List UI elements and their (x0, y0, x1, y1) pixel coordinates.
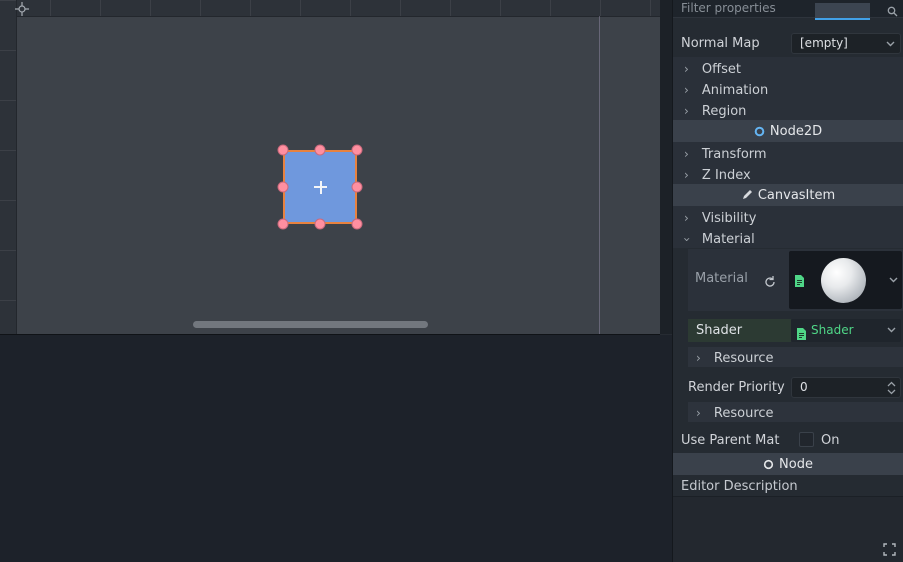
canvasitem-icon (742, 190, 752, 199)
section-label: Z Index (701, 168, 751, 183)
normal-map-value: [empty] (800, 36, 848, 50)
selection-handle[interactable] (351, 181, 363, 193)
section-offset[interactable]: › Offset (673, 57, 903, 78)
category-canvasitem: CanvasItem (673, 184, 903, 206)
use-parent-mat-checkbox[interactable] (799, 432, 814, 447)
category-label: Node (779, 456, 813, 472)
category-label: Node2D (769, 123, 823, 139)
category-label: CanvasItem (757, 187, 836, 203)
horizontal-scrollbar[interactable] (193, 321, 428, 328)
chevron-right-icon: › (684, 147, 689, 161)
editor-description-label: Editor Description (681, 479, 798, 494)
section-label: Region (701, 104, 747, 119)
shader-label-text: Shader (696, 323, 743, 338)
chevron-down-icon (886, 41, 895, 47)
normal-map-label: Normal Map (681, 36, 760, 51)
shader-property-label: Shader (688, 319, 791, 342)
chevron-down-icon: › (679, 237, 694, 242)
godot-editor: arch Edit Go To Help 1shader_type canvas… (0, 0, 903, 562)
section-label: Transform (701, 147, 767, 162)
chevron-right-icon: › (684, 211, 689, 225)
section-label: Animation (701, 83, 769, 98)
category-node: Node (673, 453, 903, 475)
section-label: Material (701, 232, 755, 247)
selection-handle[interactable] (351, 144, 363, 156)
expand-icon[interactable] (883, 541, 896, 560)
canvas-viewport[interactable] (0, 0, 660, 335)
origin-crosshair-icon (15, 1, 29, 20)
section-material[interactable]: › Material (673, 227, 903, 248)
editor-description-box (673, 496, 903, 562)
inspector-panel: Filter properties Normal Map [empty] › O… (672, 0, 903, 562)
viewport-boundary-line (599, 16, 600, 334)
section-label: Resource (713, 406, 774, 421)
shader-resource-dropdown[interactable]: Shader (791, 319, 901, 342)
section-animation[interactable]: › Animation (673, 78, 903, 99)
selection-handle[interactable] (314, 218, 326, 230)
render-priority-spinbox[interactable]: 0 (791, 377, 901, 398)
shader-file-icon (796, 324, 807, 347)
render-priority-value: 0 (800, 380, 808, 394)
ruler-top (0, 0, 660, 17)
selection-handle[interactable] (277, 218, 289, 230)
material-property-block: Material (688, 249, 903, 311)
render-priority-label: Render Priority (688, 380, 785, 395)
panel-divider (660, 0, 672, 334)
chevron-right-icon: › (684, 83, 689, 97)
chevron-right-icon: › (684, 168, 689, 182)
section-label: Offset (701, 62, 741, 77)
material-label: Material (695, 271, 748, 286)
chevron-right-icon: › (684, 104, 689, 118)
section-resource[interactable]: › Resource (688, 347, 903, 367)
normal-map-dropdown[interactable]: [empty] (791, 33, 901, 54)
shader-file-icon (794, 273, 805, 292)
chevron-right-icon: › (696, 406, 701, 420)
use-parent-mat-label: Use Parent Mat (681, 433, 780, 448)
node-icon (763, 459, 774, 469)
selected-sprite[interactable] (283, 150, 357, 224)
chevron-down-icon (889, 277, 898, 283)
section-visibility[interactable]: › Visibility (673, 206, 903, 227)
chevron-down-icon (887, 327, 896, 333)
ruler-left (0, 0, 17, 334)
filter-placeholder: Filter properties (681, 1, 776, 15)
selection-handle[interactable] (277, 144, 289, 156)
section-label: Visibility (701, 211, 757, 226)
revert-icon[interactable] (764, 273, 776, 292)
shader-resource-name: Shader (811, 323, 854, 337)
category-node2d: Node2D (673, 120, 903, 142)
chevron-right-icon: › (684, 62, 689, 76)
selection-handle[interactable] (277, 181, 289, 193)
selection-handle[interactable] (351, 218, 363, 230)
section-resource[interactable]: › Resource (688, 402, 903, 422)
chevron-right-icon: › (696, 351, 701, 365)
shader-editor-panel: arch Edit Go To Help 1shader_type canvas… (0, 335, 672, 562)
search-icon (887, 2, 898, 21)
checkbox-on-label: On (821, 433, 840, 448)
section-transform[interactable]: › Transform (673, 142, 903, 163)
section-z-index[interactable]: › Z Index (673, 163, 903, 184)
material-preview-button[interactable] (789, 251, 902, 309)
spinner-arrows-icon[interactable] (887, 381, 896, 395)
selection-handle[interactable] (314, 144, 326, 156)
material-preview-sphere (821, 258, 866, 303)
node2d-icon (754, 126, 765, 136)
section-region[interactable]: › Region (673, 99, 903, 120)
texture-preview-partial[interactable] (815, 3, 870, 20)
sprite-center-cross (319, 180, 322, 194)
section-label: Resource (713, 351, 774, 366)
